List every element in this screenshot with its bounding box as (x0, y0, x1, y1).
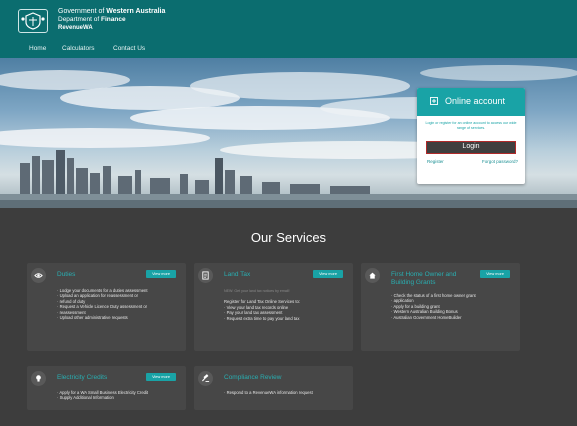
login-button[interactable]: Login (426, 141, 516, 154)
service-title-compliance-review[interactable]: Compliance Review (224, 374, 281, 382)
first-home-owner-list: Check the status of a first home owner g… (391, 293, 476, 320)
service-title-land-tax[interactable]: Land Tax (224, 271, 250, 279)
services-title: Our Services (250, 230, 327, 245)
land-tax-list: View your land tax records online Pay yo… (224, 305, 300, 321)
services-section: Our Services Duties View more Lodge your… (0, 208, 577, 426)
service-card-compliance-review: Compliance Review Respond to a RevenueWA… (194, 366, 353, 410)
lightbulb-icon (31, 371, 46, 386)
nav-calculators[interactable]: Calculators (62, 45, 95, 52)
electricity-credits-list: Apply for a WA Small Business Electricit… (57, 390, 148, 401)
service-title-line: First Home Owner and (391, 271, 457, 278)
brand-text[interactable]: Government of Western Australia Departme… (58, 8, 165, 32)
home-icon (365, 268, 380, 283)
duties-list: Lodge your documents for a duties assess… (57, 288, 148, 320)
nav-contact-us[interactable]: Contact Us (113, 45, 145, 52)
online-account-card: Online account Login or register for an … (417, 88, 525, 184)
online-account-description: Login or register for an online account … (425, 121, 517, 130)
list-item: Request extra time to pay your land tax (224, 316, 300, 321)
forgot-password-link[interactable]: Forgot password? (482, 159, 518, 164)
list-item: Request a Vehicle Licence Duty assessmen… (57, 304, 148, 309)
list-item: Australian Government HomeBuilder (391, 315, 476, 320)
nav-home[interactable]: Home (29, 45, 46, 52)
brand-line-revenuewa: RevenueWA (58, 25, 93, 31)
service-card-first-home-owner: First Home Owner and Building Grants Vie… (361, 263, 520, 351)
online-account-header: Online account (417, 88, 525, 116)
list-item: Upload other administrative requests (57, 315, 148, 320)
wa-crest-icon[interactable] (18, 9, 48, 33)
list-item: Supply Additional Information (57, 395, 148, 400)
view-more-electricity-credits-button[interactable]: View more (146, 373, 176, 381)
online-account-title: Online account (445, 96, 506, 106)
brand-line-department: Department of Finance (58, 16, 126, 23)
service-title-electricity-credits[interactable]: Electricity Credits (57, 374, 107, 382)
register-link[interactable]: Register (427, 159, 444, 164)
service-card-electricity-credits: Electricity Credits View more Apply for … (27, 366, 186, 410)
list-item: Respond to a RevenueWA information reque… (224, 390, 313, 395)
service-card-duties: Duties View more Lodge your documents fo… (27, 263, 186, 351)
compliance-review-list: Respond to a RevenueWA information reque… (224, 390, 313, 395)
site-header: Government of Western Australia Departme… (0, 0, 577, 58)
login-box-icon (430, 97, 438, 105)
eye-icon (31, 268, 46, 283)
brand-line-government: Government of Western Australia (58, 8, 166, 15)
view-more-land-tax-button[interactable]: View more (313, 270, 343, 278)
service-title-first-home-owner[interactable]: First Home Owner and Building Grants (391, 271, 456, 286)
service-title-line: Building Grants (391, 278, 436, 286)
service-title-duties[interactable]: Duties (57, 271, 75, 279)
view-more-first-home-owner-button[interactable]: View more (480, 270, 510, 278)
view-more-duties-button[interactable]: View more (146, 270, 176, 278)
main-nav: Home Calculators Contact Us (0, 44, 577, 58)
land-tax-email-note[interactable]: NEW: Get your land tax notices by email! (224, 289, 289, 293)
service-card-land-tax: Land Tax View more NEW: Get your land ta… (194, 263, 353, 351)
land-tax-intro: Register for Land Tax Online Services to… (224, 299, 301, 304)
gavel-icon (198, 371, 213, 386)
document-icon (198, 268, 213, 283)
